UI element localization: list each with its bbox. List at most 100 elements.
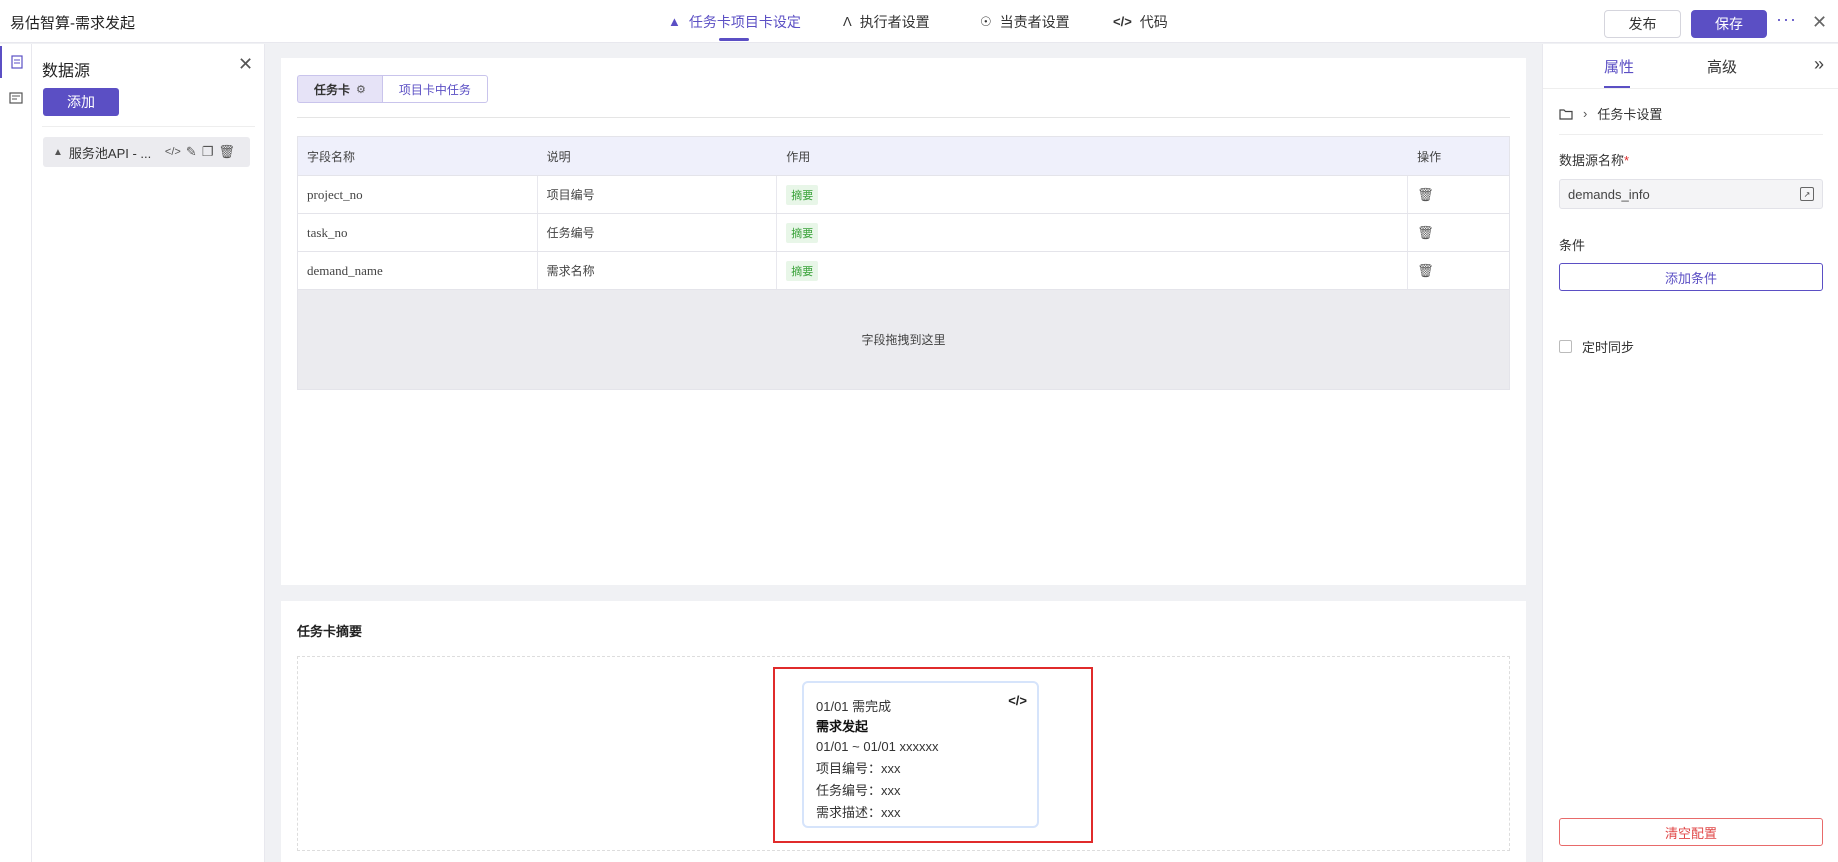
summary-card: 任务卡摘要 </> 01/01 需完成 需求发起 01/01 ~ 01/01 x… xyxy=(281,601,1526,862)
tab-responsible-settings[interactable]: ☉ 当责者设置 xyxy=(980,0,1070,43)
segment-task-card[interactable]: 任务卡 ⚙ xyxy=(297,75,382,103)
tab-task-card-settings[interactable]: ▲ 任务卡项目卡设定 xyxy=(668,0,801,43)
description-cell: 项目编号 xyxy=(538,176,778,213)
column-header: 说明 xyxy=(546,149,571,164)
segment-label: 任务卡 xyxy=(314,82,351,97)
datasource-name-field[interactable]: demands_info ↗ xyxy=(1559,179,1823,209)
role-tag[interactable]: 摘要 xyxy=(786,184,819,205)
add-condition-button[interactable]: 添加条件 xyxy=(1559,263,1823,291)
folder-icon xyxy=(1559,108,1573,120)
datasource-item-label: 服务池API - ... xyxy=(68,145,152,161)
caret-up-icon[interactable]: ▲ xyxy=(53,147,63,158)
task-no-line: 任务编号：xxx xyxy=(816,783,901,798)
field-name-cell: demand_name xyxy=(298,252,538,289)
executor-icon: Λ xyxy=(843,14,852,29)
gear-icon[interactable]: ⚙ xyxy=(356,83,366,96)
summary-title: 任务卡摘要 xyxy=(297,624,363,639)
table-row[interactable]: project_no 项目编号 摘要 🗑 xyxy=(298,175,1509,213)
column-header: 字段名称 xyxy=(307,149,356,164)
trash-icon[interactable]: 🗑 xyxy=(218,144,235,160)
segment-project-card-task[interactable]: 项目卡中任务 xyxy=(381,75,488,103)
demand-desc-line: 需求描述：xxx xyxy=(816,805,901,820)
datasource-name-label: 数据源名称* xyxy=(1559,150,1629,169)
cube-icon: ▲ xyxy=(668,14,681,29)
open-icon[interactable]: ↗ xyxy=(1800,187,1814,201)
task-card-preview[interactable]: </> 01/01 需完成 需求发起 01/01 ~ 01/01 xxxxxx … xyxy=(802,681,1039,828)
panel-title: 数据源 xyxy=(42,63,91,80)
field-config-card: 任务卡 ⚙ 项目卡中任务 字段名称 说明 作用 操作 project_no 项目… xyxy=(281,58,1526,585)
scheduled-sync-label: 定时同步 xyxy=(1582,340,1635,355)
summary-dropzone: </> 01/01 需完成 需求发起 01/01 ~ 01/01 xxxxxx … xyxy=(297,656,1510,851)
due-line: 01/01 需完成 xyxy=(816,699,892,714)
field-name-cell: task_no xyxy=(298,214,538,251)
table-row[interactable]: task_no 任务编号 摘要 🗑 xyxy=(298,213,1509,251)
datasource-item[interactable]: ▲ 服务池API - ... </> ✎ ❐ 🗑 xyxy=(43,137,250,167)
tab-executor-settings[interactable]: Λ 执行者设置 xyxy=(843,0,930,43)
divider xyxy=(1543,88,1838,89)
edit-icon[interactable]: ✎ xyxy=(186,144,197,160)
card-type-switch: 任务卡 ⚙ 项目卡中任务 xyxy=(297,75,488,103)
rail-datasource[interactable] xyxy=(0,46,32,78)
required-mark: * xyxy=(1624,153,1630,168)
copy-icon[interactable]: ❐ xyxy=(202,144,214,160)
scheduled-sync-checkbox[interactable] xyxy=(1559,340,1572,353)
rail-form[interactable] xyxy=(0,82,32,114)
field-table: 字段名称 说明 作用 操作 project_no 项目编号 摘要 🗑 task_… xyxy=(297,136,1510,390)
publish-button[interactable]: 发布 xyxy=(1604,10,1681,38)
code-icon[interactable]: </> xyxy=(1008,693,1027,708)
table-row[interactable]: demand_name 需求名称 摘要 🗑 xyxy=(298,251,1509,289)
tab-label: 任务卡项目卡设定 xyxy=(688,13,801,30)
save-button[interactable]: 保存 xyxy=(1691,10,1767,38)
chevron-right-icon: › xyxy=(1583,106,1588,121)
description-cell: 任务编号 xyxy=(538,214,778,251)
trash-icon[interactable]: 🗑 xyxy=(1417,225,1434,241)
tab-label: 执行者设置 xyxy=(859,13,930,30)
field-dropzone[interactable]: 字段拖拽到这里 xyxy=(298,289,1509,389)
top-bar: 易估智算-需求发起 ▲ 任务卡项目卡设定 Λ 执行者设置 ☉ 当责者设置 </>… xyxy=(0,0,1838,43)
tab-label: 代码 xyxy=(1139,13,1168,30)
role-tag[interactable]: 摘要 xyxy=(786,260,819,281)
date-range-line: 01/01 ~ 01/01 xxxxxx xyxy=(816,739,939,754)
more-icon[interactable]: ··· xyxy=(1776,9,1797,30)
top-tabs: ▲ 任务卡项目卡设定 Λ 执行者设置 ☉ 当责者设置 </> 代码 xyxy=(0,0,1838,43)
trash-icon[interactable]: 🗑 xyxy=(1417,187,1434,203)
divider xyxy=(297,117,1510,118)
breadcrumb: › 任务卡设置 xyxy=(1559,104,1662,123)
action-cell: 🗑 xyxy=(1408,214,1509,251)
label-text: 数据源名称 xyxy=(1559,153,1625,168)
highlight-frame: </> 01/01 需完成 需求发起 01/01 ~ 01/01 xxxxxx … xyxy=(773,667,1093,843)
form-icon xyxy=(9,92,23,104)
condition-label: 条件 xyxy=(1559,238,1586,253)
column-header: 操作 xyxy=(1417,149,1442,164)
left-rail xyxy=(0,44,32,862)
table-header: 字段名称 说明 作用 操作 xyxy=(298,137,1509,175)
project-no-line: 项目编号：xxx xyxy=(816,761,901,776)
close-icon[interactable]: ✕ xyxy=(1812,12,1827,33)
role-cell: 摘要 xyxy=(777,252,1409,289)
close-icon[interactable]: ✕ xyxy=(238,54,253,75)
scheduled-sync-row[interactable]: 定时同步 xyxy=(1559,337,1634,356)
breadcrumb-current: 任务卡设置 xyxy=(1597,107,1663,122)
responsible-icon: ☉ xyxy=(980,13,992,29)
action-cell: 🗑 xyxy=(1408,176,1509,213)
trash-icon[interactable]: 🗑 xyxy=(1417,263,1434,279)
add-datasource-button[interactable]: 添加 xyxy=(43,88,119,116)
field-name-cell: project_no xyxy=(298,176,538,213)
code-icon: </> xyxy=(1113,14,1132,29)
property-panel: 属性 高级 » › 任务卡设置 数据源名称* demands_info ↗ 条件… xyxy=(1542,44,1838,862)
role-tag[interactable]: 摘要 xyxy=(786,222,819,243)
tab-advanced[interactable]: 高级 xyxy=(1707,56,1737,77)
card-title: 需求发起 xyxy=(816,719,869,734)
clear-config-button[interactable]: 清空配置 xyxy=(1559,818,1823,846)
divider xyxy=(1559,134,1823,135)
action-cell: 🗑 xyxy=(1408,252,1509,289)
datasource-panel: 数据源 ✕ 添加 ▲ 服务池API - ... </> ✎ ❐ 🗑 xyxy=(32,44,265,862)
tab-code[interactable]: </> 代码 xyxy=(1113,0,1168,43)
role-cell: 摘要 xyxy=(777,214,1409,251)
segment-label: 项目卡中任务 xyxy=(398,82,471,97)
code-icon[interactable]: </> xyxy=(165,146,181,158)
column-header: 作用 xyxy=(786,149,811,164)
chevron-double-right-icon[interactable]: » xyxy=(1814,54,1824,75)
tab-properties[interactable]: 属性 xyxy=(1604,56,1634,77)
role-cell: 摘要 xyxy=(777,176,1409,213)
